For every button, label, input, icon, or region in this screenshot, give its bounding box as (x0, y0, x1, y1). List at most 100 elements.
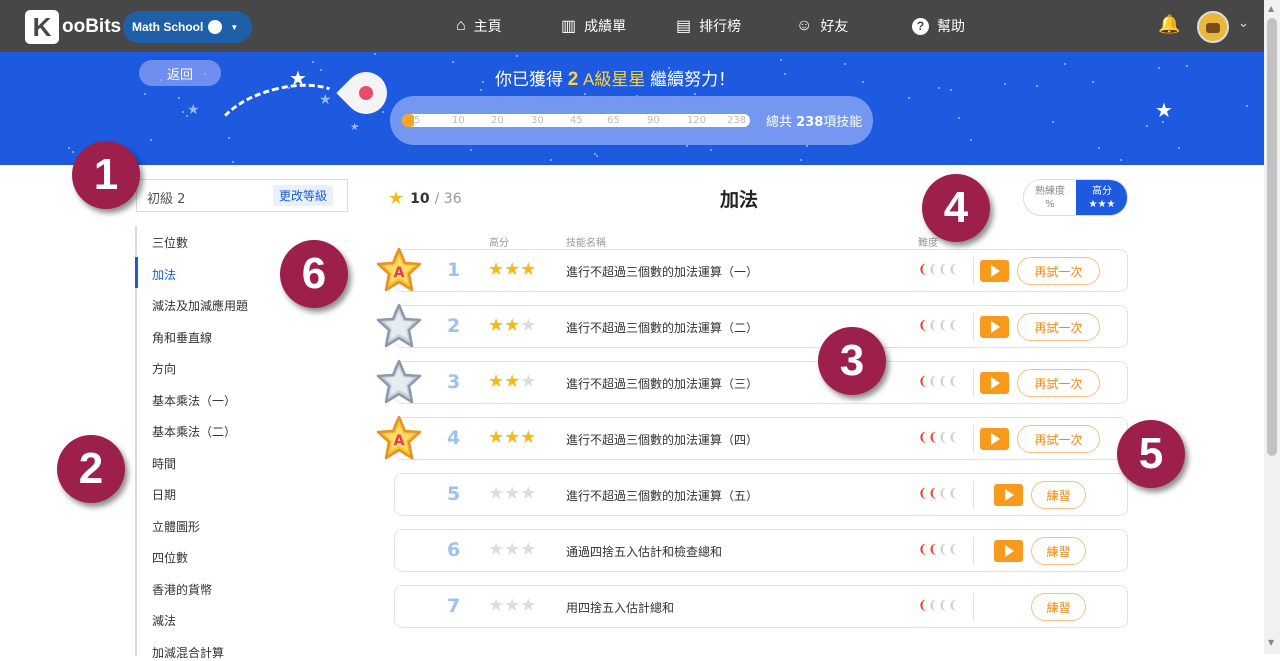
retry-button[interactable]: 再試一次 (1017, 257, 1100, 285)
play-video-button[interactable] (994, 484, 1023, 506)
change-level-button[interactable]: 更改等級 (273, 185, 334, 206)
sidebar-item[interactable]: 方向 (152, 360, 176, 377)
bell-icon[interactable]: 🔔 (1158, 14, 1180, 35)
chevron-down-icon: ▼ (230, 22, 239, 32)
star-dot (1146, 125, 1148, 127)
sidebar-item[interactable]: 時間 (152, 455, 176, 472)
sidebar-item[interactable]: 加法 (152, 266, 176, 283)
scroll-down-icon[interactable]: ▼ (1268, 638, 1274, 647)
chili-pepper-icon: ❨ (938, 430, 949, 444)
title-level: A級星星 (583, 70, 646, 89)
difficulty-indicator: ❨❨❨❨ (918, 262, 958, 276)
sidebar-item[interactable]: 立體圖形 (152, 518, 200, 535)
play-video-button[interactable] (980, 260, 1009, 282)
star-dot (784, 73, 786, 75)
star-dot (970, 139, 972, 141)
koobits-logo[interactable]: K ooBits (25, 10, 121, 44)
star-empty-icon: ★ (520, 315, 537, 336)
chili-pepper-icon: ❨ (928, 374, 939, 388)
total-pre: 總共 (766, 115, 793, 130)
play-video-button[interactable] (980, 316, 1009, 338)
skill-name[interactable]: 進行不超過三個數的加法運算（二） (566, 319, 758, 336)
skill-name[interactable]: 進行不超過三個數的加法運算（四） (566, 431, 758, 448)
play-video-button[interactable] (980, 372, 1009, 394)
star-filled-icon: ★ (504, 259, 521, 280)
practice-button[interactable]: 練習 (1031, 537, 1086, 565)
practice-button[interactable]: 練習 (1031, 593, 1086, 621)
title-count: 2 (567, 69, 579, 90)
sidebar-item[interactable]: 基本乘法（一） (152, 392, 236, 409)
chili-pepper-icon: ❨ (928, 318, 939, 332)
nav-label: 好友 (820, 18, 849, 34)
avatar[interactable] (1197, 11, 1229, 43)
star-dot (1158, 67, 1160, 69)
column-header-name: 技能名稱 (566, 238, 606, 249)
nav-home[interactable]: ⌂ 主頁 (456, 0, 502, 52)
star-dot (178, 97, 180, 99)
row-divider (973, 313, 974, 341)
sidebar-item[interactable]: 基本乘法（二） (152, 423, 236, 440)
product-switcher[interactable]: Math School ▼ (123, 11, 252, 43)
title-post: 繼續努力！ (650, 70, 736, 89)
skill-name[interactable]: 用四捨五入估計總和 (566, 599, 674, 616)
nav-leaderboard[interactable]: ▤ 排行榜 (676, 0, 741, 52)
play-video-button[interactable] (994, 540, 1023, 562)
toggle-proficiency[interactable]: 熟練度% (1024, 180, 1076, 215)
toggle-unit: % (1045, 199, 1055, 210)
skill-name[interactable]: 通過四捨五入估計和檢查總和 (566, 543, 722, 560)
practice-button[interactable]: 練習 (1031, 481, 1086, 509)
callout-6: 6 (280, 240, 348, 308)
skill-number: 2 (447, 315, 461, 337)
progress-tick-label: 65 (607, 114, 620, 127)
help-icon: ? (912, 17, 929, 35)
star-empty-icon: ★ (520, 595, 537, 616)
chili-pepper-icon: ❨ (928, 598, 939, 612)
back-button[interactable]: 返回 (139, 60, 221, 86)
nav-report[interactable]: ▥ 成績單 (561, 0, 626, 52)
scroll-up-icon[interactable]: ▲ (1268, 4, 1274, 13)
sidebar-item[interactable]: 日期 (152, 486, 176, 503)
sidebar-item[interactable]: 加減混合計算 (152, 644, 224, 661)
difficulty-indicator: ❨❨❨❨ (918, 318, 958, 332)
chili-pepper-icon: ❨ (948, 430, 959, 444)
scrollbar-thumb[interactable] (1267, 18, 1277, 456)
scrollbar[interactable]: ▲ ▼ (1264, 0, 1280, 654)
row-divider (973, 481, 974, 509)
star-dot (550, 159, 552, 161)
star-rating: ★★★ (488, 539, 536, 560)
star-dot (516, 55, 518, 57)
star-progress: 5 10 20 30 45 65 90 120 238 總共 238項技能 (390, 96, 873, 145)
sidebar-item[interactable]: 三位數 (152, 234, 188, 251)
play-video-button[interactable] (980, 428, 1009, 450)
star-dot (452, 61, 454, 63)
nav-help[interactable]: ? 幫助 (912, 0, 965, 52)
star-empty-icon: ★ (488, 483, 505, 504)
product-icon (208, 20, 223, 34)
skill-name[interactable]: 進行不超過三個數的加法運算（一） (566, 263, 758, 280)
nav-label: 幫助 (937, 18, 965, 34)
skill-name[interactable]: 進行不超過三個數的加法運算（三） (566, 375, 758, 392)
toggle-high-score[interactable]: 高分 ★★★ (1076, 180, 1127, 215)
retry-button[interactable]: 再試一次 (1017, 313, 1100, 341)
total-num: 238 (796, 115, 824, 130)
toggle-stars: ★★★ (1088, 199, 1116, 210)
nav-friends[interactable]: ☺ 好友 (796, 0, 848, 52)
sidebar-item[interactable]: 減法及加減應用題 (152, 297, 248, 314)
progress-track: 5 10 20 30 45 65 90 120 238 (402, 114, 750, 127)
row-divider (973, 593, 974, 621)
chevron-down-icon[interactable]: ⌄ (1238, 16, 1249, 31)
sidebar-item[interactable]: 減法 (152, 612, 176, 629)
retry-button[interactable]: 再試一次 (1017, 369, 1100, 397)
skill-number: 1 (447, 259, 461, 281)
active-indicator (135, 257, 138, 288)
sidebar-item[interactable]: 香港的貨幣 (152, 581, 212, 598)
star-dot (382, 111, 384, 113)
logo-text: ooBits (62, 16, 122, 37)
chili-pepper-icon: ❨ (918, 374, 929, 388)
retry-button[interactable]: 再試一次 (1017, 425, 1100, 453)
skill-name[interactable]: 進行不超過三個數的加法運算（五） (566, 487, 758, 504)
sidebar-item[interactable]: 角和垂直線 (152, 329, 212, 346)
level-selector: 初級 2 更改等級 (136, 179, 348, 212)
sidebar-item[interactable]: 四位數 (152, 549, 188, 566)
total-post: 項技能 (823, 115, 863, 130)
